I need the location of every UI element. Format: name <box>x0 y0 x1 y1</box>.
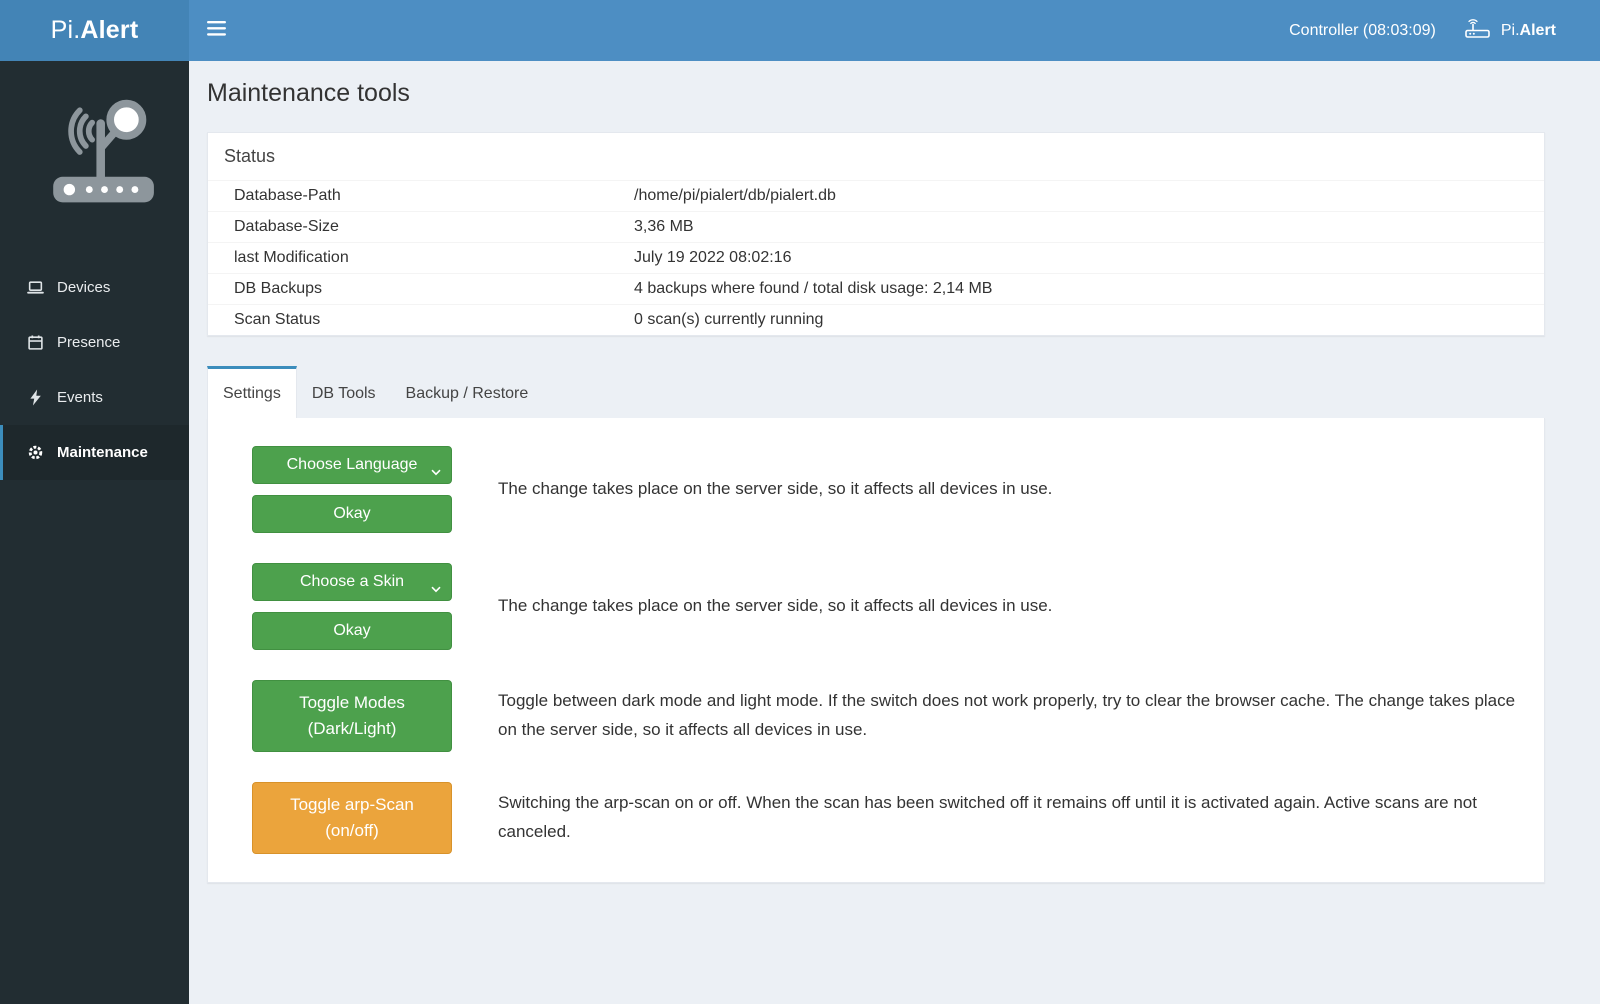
status-row-db-backups: DB Backups 4 backups where found / total… <box>208 274 1544 305</box>
toggle-arpscan-controls: Toggle arp-Scan (on/off) <box>252 782 452 854</box>
status-row-scan-status: Scan Status 0 scan(s) currently running <box>208 305 1544 335</box>
navbar-brand-prefix: Pi. <box>1501 22 1520 39</box>
router-icon <box>1464 18 1491 44</box>
status-label: Database-Size <box>234 218 634 236</box>
sidebar-item-label: Maintenance <box>57 444 148 461</box>
content-area: Maintenance tools Status Database-Path /… <box>189 61 1600 1004</box>
skin-setting-description: The change takes place on the server sid… <box>498 592 1052 621</box>
status-table: Database-Path /home/pi/pialert/db/pialer… <box>208 181 1544 335</box>
status-row-last-modification: last Modification July 19 2022 08:02:16 <box>208 243 1544 274</box>
tab-backup-restore[interactable]: Backup / Restore <box>391 366 544 418</box>
navbar: Controller (08:03:09) Pi.Alert <box>189 0 1600 61</box>
settings-tab-panel: Choose Language Okay The change takes pl… <box>207 418 1545 883</box>
status-label: Database-Path <box>234 187 634 205</box>
tab-db-tools[interactable]: DB Tools <box>297 366 391 418</box>
toggle-modes-controls: Toggle Modes (Dark/Light) <box>252 680 452 752</box>
hamburger-icon <box>207 21 226 41</box>
status-row-database-path: Database-Path /home/pi/pialert/db/pialer… <box>208 181 1544 212</box>
status-label: DB Backups <box>234 280 634 298</box>
toggle-arpscan-description: Switching the arp-scan on or off. When t… <box>498 789 1524 847</box>
skin-controls: Choose a Skin Okay <box>252 563 452 650</box>
status-value: 4 backups where found / total disk usage… <box>634 280 1528 298</box>
choose-skin-select-value: Choose a Skin <box>300 573 404 591</box>
toggle-modes-setting-row: Toggle Modes (Dark/Light) Toggle between… <box>252 680 1524 752</box>
tab-settings[interactable]: Settings <box>207 366 297 418</box>
sidebar-toggle-button[interactable] <box>192 0 240 61</box>
chevron-down-icon <box>431 580 441 598</box>
sidebar-item-events[interactable]: Events <box>0 370 189 425</box>
language-setting-row: Choose Language Okay The change takes pl… <box>252 446 1524 533</box>
language-setting-description: The change takes place on the server sid… <box>498 475 1052 504</box>
sidebar-logo <box>0 61 189 242</box>
status-panel-title: Status <box>208 133 1544 181</box>
status-panel: Status Database-Path /home/pi/pialert/db… <box>207 132 1545 336</box>
choose-language-select-value: Choose Language <box>287 456 418 474</box>
status-label: Scan Status <box>234 311 634 329</box>
skin-okay-button[interactable]: Okay <box>252 612 452 650</box>
bolt-icon <box>27 389 44 406</box>
sidebar: Devices Presence Events Maintenance <box>0 61 189 1004</box>
toggle-arpscan-setting-row: Toggle arp-Scan (on/off) Switching the a… <box>252 782 1524 854</box>
navbar-brand-bold: Alert <box>1520 22 1556 39</box>
laptop-icon <box>27 279 44 296</box>
tab-bar: Settings DB Tools Backup / Restore <box>207 366 1545 418</box>
router-scan-logo-icon <box>19 89 171 222</box>
choose-language-select[interactable]: Choose Language <box>252 446 452 484</box>
language-controls: Choose Language Okay <box>252 446 452 533</box>
choose-skin-select[interactable]: Choose a Skin <box>252 563 452 601</box>
language-okay-button[interactable]: Okay <box>252 495 452 533</box>
status-row-database-size: Database-Size 3,36 MB <box>208 212 1544 243</box>
navbar-brand-link[interactable]: Pi.Alert <box>1464 18 1556 44</box>
toggle-arpscan-button-line2: (on/off) <box>325 818 379 844</box>
sidebar-menu: Devices Presence Events Maintenance <box>0 260 189 480</box>
toggle-arpscan-button-line1: Toggle arp-Scan <box>290 792 414 818</box>
sidebar-item-label: Presence <box>57 334 120 351</box>
page-title: Maintenance tools <box>207 79 1545 108</box>
status-label: last Modification <box>234 249 634 267</box>
sidebar-item-label: Events <box>57 389 103 406</box>
sidebar-item-devices[interactable]: Devices <box>0 260 189 315</box>
top-navbar: Pi.Alert Controller (08:03:09) Pi.Alert <box>0 0 1600 61</box>
app-logo-prefix: Pi. <box>51 16 81 45</box>
toggle-modes-button-line1: Toggle Modes <box>299 690 405 716</box>
toggle-modes-button-line2: (Dark/Light) <box>308 716 397 742</box>
chevron-down-icon <box>431 463 441 481</box>
toggle-modes-description: Toggle between dark mode and light mode.… <box>498 687 1524 745</box>
sidebar-item-label: Devices <box>57 279 110 296</box>
skin-setting-row: Choose a Skin Okay The change takes plac… <box>252 563 1524 650</box>
navbar-right: Controller (08:03:09) Pi.Alert <box>1289 18 1600 44</box>
controller-status[interactable]: Controller (08:03:09) <box>1289 22 1436 40</box>
status-value: 3,36 MB <box>634 218 1528 236</box>
app-logo[interactable]: Pi.Alert <box>0 0 189 61</box>
maintenance-tabs-block: Settings DB Tools Backup / Restore Choos… <box>207 366 1545 883</box>
gear-icon <box>27 444 44 461</box>
status-value: /home/pi/pialert/db/pialert.db <box>634 187 1528 205</box>
toggle-arpscan-button[interactable]: Toggle arp-Scan (on/off) <box>252 782 452 854</box>
sidebar-item-presence[interactable]: Presence <box>0 315 189 370</box>
sidebar-item-maintenance[interactable]: Maintenance <box>0 425 189 480</box>
status-value: July 19 2022 08:02:16 <box>634 249 1528 267</box>
calendar-icon <box>27 334 44 351</box>
status-value: 0 scan(s) currently running <box>634 311 1528 329</box>
app-logo-bold: Alert <box>80 16 138 45</box>
toggle-modes-button[interactable]: Toggle Modes (Dark/Light) <box>252 680 452 752</box>
